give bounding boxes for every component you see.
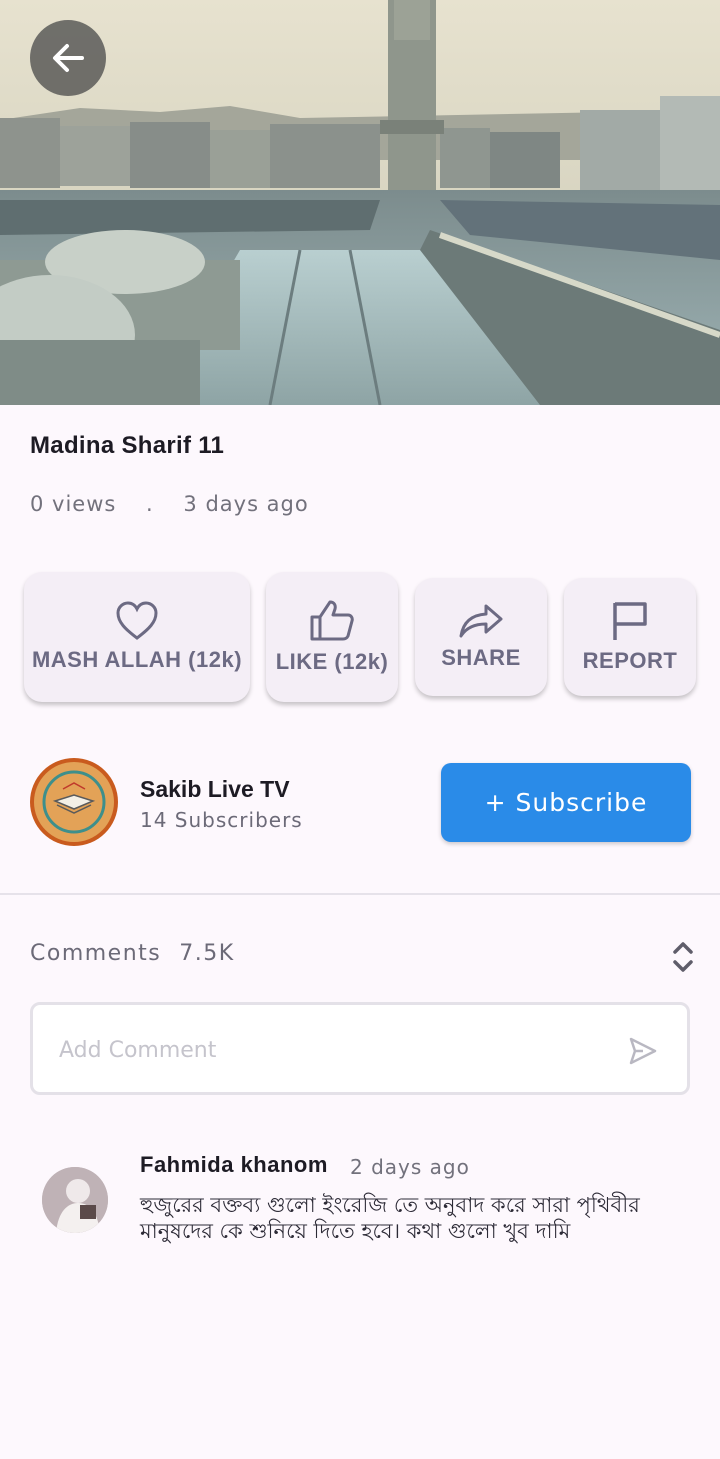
commenter-avatar[interactable] [42, 1167, 108, 1233]
comment-author[interactable]: Fahmida khanom [140, 1152, 328, 1178]
report-label: REPORT [582, 648, 678, 673]
user-photo-icon [42, 1167, 108, 1233]
mash-allah-button[interactable]: MASH ALLAH (12k) [24, 572, 250, 702]
comment-time: 2 days ago [350, 1155, 470, 1179]
share-icon [459, 604, 503, 638]
comment-item: Fahmida khanom 2 days ago হুজুরের বক্তব্… [0, 1150, 720, 1270]
meta-separator: . [146, 492, 154, 516]
arrow-left-icon [53, 44, 84, 72]
channel-logo-icon [34, 762, 114, 842]
video-thumbnail [0, 0, 720, 405]
divider [0, 893, 720, 895]
subscribe-button[interactable]: + Subscribe [441, 763, 691, 842]
comment-input[interactable] [57, 1029, 601, 1071]
channel-row: Sakib Live TV 14 Subscribers + Subscribe [0, 752, 720, 862]
video-meta: 0 views . 3 days ago [30, 492, 309, 516]
channel-subscribers: 14 Subscribers [140, 808, 303, 832]
comments-count: 7.5K [179, 941, 235, 966]
like-button[interactable]: LIKE (12k) [266, 572, 398, 702]
action-bar: MASH ALLAH (12k) LIKE (12k) SHARE REPORT [0, 572, 720, 712]
channel-avatar[interactable] [30, 758, 118, 846]
share-label: SHARE [441, 645, 521, 670]
video-player[interactable] [0, 0, 720, 405]
report-button[interactable]: REPORT [564, 578, 696, 696]
comment-text: হুজুরের বক্তব্য গুলো ইংরেজি তে অনুবাদ কর… [140, 1193, 640, 1243]
posted-time: 3 days ago [183, 492, 309, 516]
comment-input-box [30, 1002, 690, 1095]
view-count: 0 views [30, 492, 117, 516]
comments-header: Comments 7.5K [30, 941, 235, 966]
like-label: LIKE (12k) [275, 649, 389, 674]
mash-allah-label: MASH ALLAH (12k) [31, 647, 243, 672]
heart-icon [116, 601, 158, 640]
thumbs-up-icon [310, 600, 354, 641]
flag-icon [613, 602, 647, 640]
channel-name[interactable]: Sakib Live TV [140, 776, 290, 803]
share-button[interactable]: SHARE [415, 578, 547, 696]
send-icon[interactable] [627, 1035, 659, 1067]
sort-toggle-icon[interactable] [668, 938, 698, 976]
video-title: Madina Sharif 11 [30, 432, 225, 459]
back-button[interactable] [30, 20, 106, 96]
comments-label: Comments [30, 941, 162, 966]
